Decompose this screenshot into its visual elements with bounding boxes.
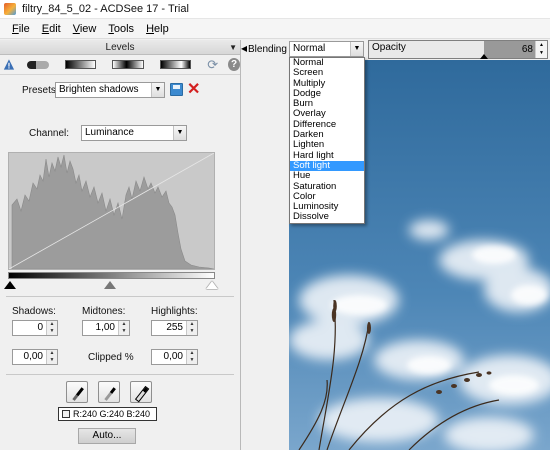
highlights-input[interactable]: 255 ▲ ▼: [151, 320, 198, 336]
channel-dropdown[interactable]: Luminance ▼: [81, 125, 187, 141]
warning-icon[interactable]: [3, 58, 15, 71]
levels-panel: Levels ▼ ⟳ ? Presets Brighten shadows ▼ …: [0, 40, 241, 450]
spin-arrows-icon[interactable]: ▲ ▼: [186, 321, 197, 335]
opacity-label: Opacity: [372, 42, 406, 53]
midtones-value: 1,00: [95, 322, 115, 333]
divider: [6, 296, 234, 297]
brush-icon[interactable]: [26, 60, 49, 69]
save-preset-icon[interactable]: [170, 83, 183, 96]
panel-header: Levels ▼: [0, 40, 240, 55]
histogram: [8, 152, 215, 270]
chevron-down-icon: ▼: [350, 42, 363, 56]
acdsee-app-icon: [4, 3, 16, 15]
menu-view-accel: V: [72, 22, 80, 35]
menu-view[interactable]: View: [67, 23, 103, 35]
menu-tools[interactable]: Tools: [102, 23, 140, 35]
blending-mode-list[interactable]: Normal Screen Multiply Dodge Burn Overlay Diff…: [289, 57, 365, 224]
menu-file-accel: F: [12, 22, 19, 35]
highlights-slider-handle[interactable]: [206, 281, 218, 289]
menu-file[interactable]: File: [6, 23, 36, 35]
black-point-picker-button[interactable]: [66, 381, 88, 403]
shadows-value: 0: [37, 322, 43, 333]
gradient-center-icon[interactable]: [159, 60, 192, 69]
opacity-slider[interactable]: Opacity 68 ▲ ▼: [368, 40, 548, 59]
menu-tools-label: ools: [113, 22, 135, 35]
divider: [6, 374, 234, 375]
midtones-input[interactable]: 1,00 ▲ ▼: [82, 320, 130, 336]
blending-label: Blending: [248, 44, 287, 55]
opacity-marker-icon[interactable]: [480, 54, 488, 59]
menu-edit-accel: E: [41, 22, 50, 35]
highlights-value: 255: [166, 322, 183, 333]
menu-help[interactable]: Help: [140, 23, 175, 35]
menu-edit[interactable]: Edit: [36, 23, 67, 35]
tonal-ramp: [8, 272, 215, 279]
presets-label: Presets: [22, 85, 56, 96]
white-point-picker-button[interactable]: [130, 381, 152, 403]
chevron-down-icon: ▼: [173, 126, 186, 140]
menu-view-label: iew: [79, 22, 97, 35]
highlights-label: Highlights:: [151, 306, 198, 317]
auto-button[interactable]: Auto...: [78, 428, 136, 444]
spin-arrows-icon[interactable]: ▲ ▼: [46, 350, 57, 364]
menu-help-accel: H: [146, 22, 155, 35]
menu-bar: File Edit View Tools Help: [0, 19, 550, 39]
shadows-label: Shadows:: [12, 306, 56, 317]
shadows-slider-handle[interactable]: [4, 281, 16, 289]
help-icon[interactable]: ?: [228, 58, 240, 71]
eyedropper-white-icon: [132, 386, 152, 402]
clip-high-input[interactable]: 0,00 ▲ ▼: [151, 349, 198, 365]
clip-low-input[interactable]: 0,00 ▲ ▼: [12, 349, 58, 365]
presets-value: Brighten shadows: [59, 84, 139, 95]
refresh-icon[interactable]: ⟳: [207, 57, 220, 72]
panel-title: Levels: [105, 42, 135, 53]
gradient-mid-icon[interactable]: [112, 60, 144, 69]
rgb-readout: R:240 G:240 B:240: [58, 407, 157, 421]
eyedropper-black-icon: [72, 387, 84, 401]
panel-toolbar: ⟳ ?: [0, 55, 240, 75]
gradient-black-white-icon[interactable]: [64, 60, 97, 69]
clip-low-value: 0,00: [23, 351, 43, 362]
blend-option-dissolve[interactable]: Dissolve: [290, 212, 364, 223]
color-swatch: [62, 410, 70, 418]
opacity-value: 68: [521, 44, 533, 55]
midtones-label: Midtones:: [82, 306, 126, 317]
channel-label: Channel:: [29, 128, 70, 139]
gray-point-picker-button[interactable]: [98, 381, 120, 403]
menu-edit-label: dit: [49, 22, 61, 35]
shadows-input[interactable]: 0 ▲ ▼: [12, 320, 58, 336]
spin-arrows-icon[interactable]: ▲ ▼: [186, 350, 197, 364]
opacity-spin-icon[interactable]: ▲ ▼: [535, 41, 547, 58]
midtones-slider-handle[interactable]: [104, 281, 116, 289]
rgb-readout-text: R:240 G:240 B:240: [73, 409, 151, 419]
channel-value: Luminance: [85, 127, 134, 138]
delete-preset-icon[interactable]: ✕: [187, 82, 200, 98]
clipped-label: Clipped %: [88, 352, 134, 363]
spin-arrows-icon[interactable]: ▲ ▼: [118, 321, 129, 335]
collapse-arrow-icon[interactable]: ▼: [229, 40, 237, 55]
eyedropper-gray-icon: [104, 387, 116, 401]
clip-high-value: 0,00: [163, 351, 183, 362]
title-bar: filtry_84_5_02 - ACDSee 17 - Trial: [0, 0, 550, 19]
spin-arrows-icon[interactable]: ▲ ▼: [46, 321, 57, 335]
window-title: filtry_84_5_02 - ACDSee 17 - Trial: [22, 3, 189, 15]
presets-dropdown[interactable]: Brighten shadows ▼: [55, 82, 165, 98]
menu-help-label: elp: [154, 22, 169, 35]
panel-splitter[interactable]: ◀: [241, 40, 247, 450]
blending-value: Normal: [293, 43, 326, 54]
histogram-graph: [8, 152, 215, 270]
menu-file-label: ile: [18, 22, 30, 35]
histogram-area: [11, 154, 215, 270]
chevron-down-icon: ▼: [151, 83, 164, 97]
blending-dropdown[interactable]: Normal ▼: [289, 41, 364, 57]
